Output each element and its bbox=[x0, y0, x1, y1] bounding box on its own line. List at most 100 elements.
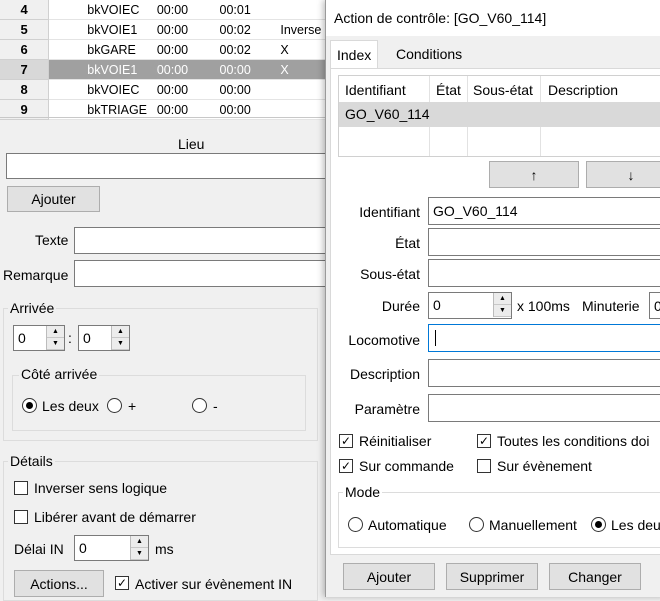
spin-up-icon[interactable]: ▲ bbox=[47, 326, 64, 338]
supprimer-button[interactable]: Supprimer bbox=[446, 563, 538, 590]
sur-commande-checkbox[interactable]: ✓ bbox=[339, 459, 353, 473]
activer-checkbox[interactable]: ✓ bbox=[115, 576, 129, 590]
liberer-checkbox[interactable] bbox=[14, 510, 28, 524]
spin-down-icon[interactable]: ▼ bbox=[47, 338, 64, 350]
radio-plus-label: + bbox=[128, 398, 137, 414]
delai-unit: ms bbox=[155, 541, 174, 557]
cote-arrivee-title: Côté arrivée bbox=[19, 366, 100, 382]
sur-commande-label: Sur commande bbox=[359, 458, 454, 474]
table-row[interactable]: 5 bkVOIE1 00:00 00:02 Inverse bbox=[0, 19, 330, 40]
dialog-titlebar[interactable]: Action de contrôle: [GO_V60_114] bbox=[326, 0, 660, 36]
toutes-conditions-checkbox[interactable]: ✓ bbox=[477, 434, 491, 448]
row-number: 5 bbox=[0, 19, 50, 40]
cell-name: bkVOIEC bbox=[48, 0, 157, 20]
identifiant-label: Identifiant bbox=[359, 204, 420, 220]
tab-index[interactable]: Index bbox=[330, 40, 379, 70]
cell-time-1: 00:00 bbox=[156, 39, 220, 60]
etat-input[interactable] bbox=[428, 228, 660, 256]
delai-in-spinner[interactable]: 0 ▲ ▼ bbox=[74, 535, 149, 561]
sur-evenement-checkbox[interactable] bbox=[477, 459, 491, 473]
cell-time-1: 00:00 bbox=[156, 59, 220, 80]
radio-manuellement[interactable] bbox=[469, 517, 484, 532]
table-row[interactable]: 4 bkVOIEC 00:00 00:01 bbox=[0, 0, 330, 20]
minuterie-label: Minuterie bbox=[582, 298, 640, 314]
radio-plus[interactable] bbox=[107, 398, 122, 413]
cell-time-2: 00:02 bbox=[219, 19, 279, 40]
action-dialog: Action de contrôle: [GO_V60_114] Index C… bbox=[325, 0, 660, 597]
cell-extra: Inverse bbox=[278, 19, 330, 40]
radio-manuellement-label: Manuellement bbox=[489, 517, 577, 533]
spin-down-icon[interactable]: ▼ bbox=[112, 338, 129, 350]
table-bottom-border bbox=[0, 117, 330, 118]
radio-les-deux-mode[interactable] bbox=[591, 517, 606, 532]
cell-extra bbox=[278, 79, 330, 100]
sous-etat-input[interactable] bbox=[428, 259, 660, 287]
time-separator: : bbox=[68, 330, 72, 346]
remarque-input[interactable] bbox=[74, 260, 330, 287]
col-header-identifiant[interactable]: Identifiant bbox=[345, 82, 406, 98]
tab-conditions[interactable]: Conditions bbox=[390, 40, 468, 68]
move-up-button[interactable]: ↑ bbox=[489, 161, 579, 188]
cell-time-1: 00:00 bbox=[156, 19, 220, 40]
duree-spinner[interactable]: 0 ▲ ▼ bbox=[428, 292, 512, 319]
arrow-down-icon: ↓ bbox=[627, 166, 635, 183]
spin-up-icon[interactable]: ▲ bbox=[131, 536, 148, 548]
radio-minus[interactable] bbox=[192, 398, 207, 413]
row-number: 7 bbox=[0, 59, 50, 80]
spin-down-icon[interactable]: ▼ bbox=[131, 548, 148, 560]
text-caret bbox=[435, 330, 436, 346]
cell-extra: X bbox=[278, 59, 330, 80]
duree-unit: x 100ms bbox=[517, 298, 570, 314]
dialog-title: Action de contrôle: [GO_V60_114] bbox=[334, 10, 547, 26]
ajouter-button[interactable]: Ajouter bbox=[343, 563, 435, 590]
cell-time-2: 00:02 bbox=[219, 39, 279, 60]
radio-les-deux[interactable] bbox=[22, 398, 37, 413]
details-title: Détails bbox=[8, 453, 55, 469]
list-row[interactable]: GO_V60_114 bbox=[339, 102, 660, 127]
cell-name: bkVOIEC bbox=[48, 79, 157, 100]
cell-time-2: 00:00 bbox=[219, 79, 279, 100]
arrow-up-icon: ↑ bbox=[530, 166, 538, 183]
left-panel: 4 bkVOIEC 00:00 00:01 5 bkVOIE1 00:00 00:02 Inve… bbox=[0, 0, 330, 601]
minuterie-input[interactable]: 0 bbox=[649, 292, 660, 319]
remarque-label: Remarque bbox=[3, 267, 69, 283]
move-down-button[interactable]: ↓ bbox=[586, 161, 660, 188]
row-number: 4 bbox=[0, 0, 50, 20]
duree-label: Durée bbox=[381, 298, 420, 314]
add-lieu-button[interactable]: Ajouter bbox=[7, 186, 100, 212]
locomotive-label: Locomotive bbox=[348, 332, 420, 348]
table-row[interactable]: 8 bkVOIEC 00:00 00:00 bbox=[0, 79, 330, 100]
radio-automatique-label: Automatique bbox=[368, 517, 447, 533]
actions-button[interactable]: Actions... bbox=[14, 570, 104, 597]
cell-extra: X bbox=[278, 39, 330, 60]
table-row[interactable]: 7 bkVOIE1 00:00 00:00 X bbox=[0, 59, 330, 80]
description-input[interactable] bbox=[428, 359, 660, 387]
col-header-description[interactable]: Description bbox=[548, 82, 618, 98]
col-header-etat[interactable]: État bbox=[436, 82, 461, 98]
cell-time-1: 00:00 bbox=[156, 0, 220, 20]
table-row[interactable]: 6 bkGARE 00:00 00:02 X bbox=[0, 39, 330, 60]
cell-time-2: 00:01 bbox=[219, 0, 279, 20]
reinitialiser-checkbox[interactable]: ✓ bbox=[339, 434, 353, 448]
locomotive-input[interactable] bbox=[428, 324, 660, 352]
parametre-label: Paramètre bbox=[354, 401, 420, 417]
toutes-conditions-label: Toutes les conditions doi bbox=[497, 433, 650, 449]
spin-down-icon[interactable]: ▼ bbox=[494, 305, 511, 317]
radio-automatique[interactable] bbox=[348, 517, 363, 532]
checkmark-icon: ✓ bbox=[340, 459, 352, 473]
identifiant-input[interactable]: GO_V60_114 bbox=[428, 197, 660, 225]
arrivee-hour-spinner[interactable]: 0 ▲ ▼ bbox=[13, 325, 65, 351]
checkmark-icon: ✓ bbox=[116, 576, 128, 590]
spin-up-icon[interactable]: ▲ bbox=[112, 326, 129, 338]
inverser-label: Inverser sens logique bbox=[34, 480, 168, 496]
lieu-input[interactable] bbox=[6, 153, 330, 179]
parametre-input[interactable] bbox=[428, 394, 660, 422]
spin-up-icon[interactable]: ▲ bbox=[494, 293, 511, 305]
etat-label: État bbox=[395, 235, 420, 251]
col-header-sous-etat[interactable]: Sous-état bbox=[473, 82, 533, 98]
cell-name: bkVOIE1 bbox=[48, 59, 157, 80]
arrivee-minute-spinner[interactable]: 0 ▲ ▼ bbox=[78, 325, 130, 351]
texte-input[interactable] bbox=[74, 227, 330, 254]
inverser-checkbox[interactable] bbox=[14, 481, 28, 495]
changer-button[interactable]: Changer bbox=[549, 563, 641, 590]
